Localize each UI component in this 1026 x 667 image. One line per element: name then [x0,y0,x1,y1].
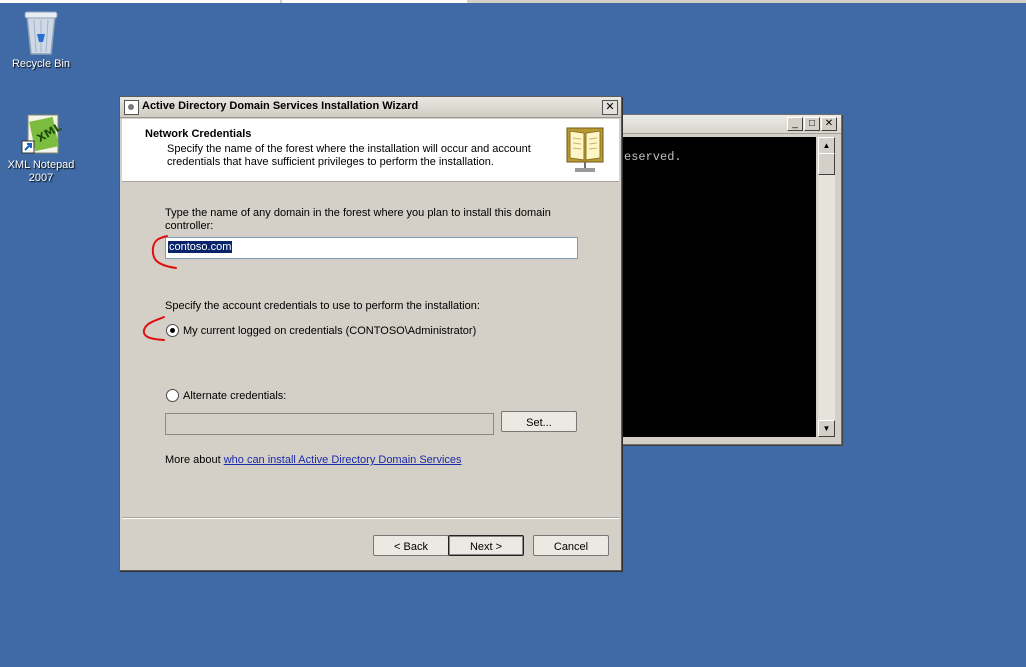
credentials-prompt: Specify the account credentials to use t… [165,300,480,312]
alternate-credentials-field [165,413,494,435]
next-button[interactable]: Next > [448,535,524,556]
close-button[interactable]: ✕ [602,100,618,115]
console-window[interactable]: _ □ ✕ eserved. ▲ ▼ [595,114,842,445]
console-output: eserved. [624,150,682,164]
more-about-link[interactable]: who can install Active Directory Domain … [224,454,462,466]
app-icon [124,100,139,115]
maximize-icon[interactable]: □ [804,117,820,131]
radio-alternate-label[interactable]: Alternate credentials: [183,390,286,403]
top-edge [0,0,1026,3]
recycle-bin-label: Recycle Bin [11,58,71,70]
wizard-titlebar[interactable]: Active Directory Domain Services Install… [120,97,621,118]
xml-notepad-label: XML Notepad 2007 [7,159,75,184]
back-button[interactable]: < Back [373,535,449,556]
wizard-title: Active Directory Domain Services Install… [142,100,419,112]
xml-notepad-icon: XML [21,114,64,154]
scroll-thumb[interactable] [818,153,835,175]
more-about-text: More about who can install Active Direct… [165,454,462,467]
recycle-bin-icon [24,11,58,55]
desktop-icon-recycle-bin[interactable]: Recycle Bin [1,8,81,71]
desktop-icon-xml-notepad[interactable]: XML XML Notepad 2007 [1,113,81,185]
radio-alternate-credentials[interactable] [166,389,179,402]
book-icon [566,127,604,172]
radio-current-label[interactable]: My current logged on credentials (CONTOS… [183,325,476,338]
domain-input[interactable]: contoso.com [165,237,578,259]
wizard-header: Network Credentials Specify the name of … [122,119,619,182]
set-button[interactable]: Set... [501,411,577,432]
footer-divider [122,517,619,519]
domain-prompt: Type the name of any domain in the fores… [165,207,551,232]
domain-input-value: contoso.com [168,241,233,253]
console-screen[interactable]: eserved. [600,137,816,437]
console-scrollbar[interactable]: ▲ ▼ [818,137,835,437]
minimize-icon[interactable]: _ [787,117,803,131]
cancel-button[interactable]: Cancel [533,535,609,556]
close-icon[interactable]: ✕ [821,117,837,131]
scroll-up-icon[interactable]: ▲ [818,137,835,154]
page-subtitle: Specify the name of the forest where the… [167,143,531,168]
scroll-down-icon[interactable]: ▼ [818,420,835,437]
radio-current-credentials[interactable] [166,324,179,337]
console-titlebar[interactable]: _ □ ✕ [596,115,841,134]
wizard-dialog[interactable]: Active Directory Domain Services Install… [119,96,622,571]
page-title: Network Credentials [145,128,252,140]
more-about-prefix: More about [165,454,224,466]
